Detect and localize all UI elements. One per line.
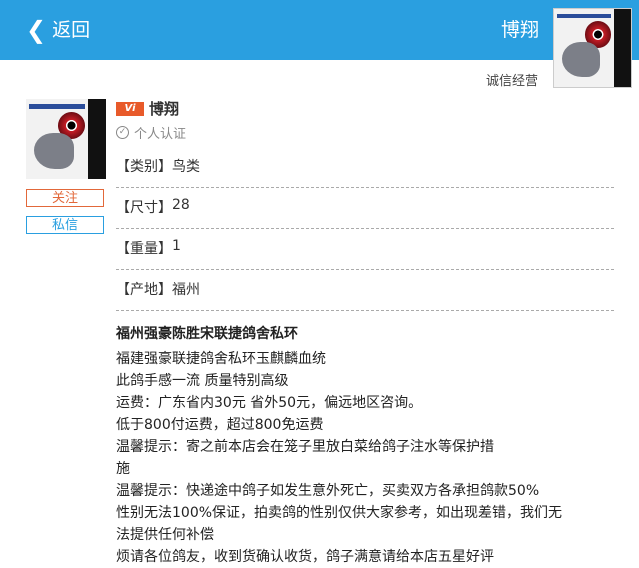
- back-label: 返回: [52, 19, 91, 41]
- attr-row-origin: 【产地】 福州: [116, 270, 614, 311]
- attr-row-category: 【类别】 鸟类: [116, 147, 614, 188]
- description-line: 运费：广东省内30元 省外50元，偏远地区咨询。: [116, 395, 423, 411]
- attr-value: 鸟类: [172, 159, 200, 175]
- seller-avatar[interactable]: [26, 99, 106, 179]
- pigeon-image: [561, 41, 601, 77]
- product-title: 福州强豪陈胜宋联捷鸽舍私环: [116, 326, 298, 342]
- seller-name[interactable]: 博翔: [149, 98, 179, 119]
- attr-value: 福州: [172, 282, 200, 298]
- check-circle-icon: ✓: [116, 126, 129, 139]
- follow-button[interactable]: 关注: [26, 189, 104, 207]
- certification: ✓ 个人认证: [116, 123, 186, 142]
- attr-value: 1: [172, 238, 181, 254]
- cert-label: 个人认证: [134, 127, 187, 142]
- thumbnail-banner: [557, 13, 611, 19]
- description-line: 烦请各位鸽友，收到货确认收货，鸽子满意请给本店五星好评: [116, 549, 494, 565]
- attr-key: 【产地】: [116, 282, 172, 298]
- description-line: 法提供任何补偿: [116, 527, 214, 543]
- top-bar: ❮ 返回 博翔: [0, 0, 639, 60]
- shop-title: 博翔: [500, 19, 539, 41]
- attr-key: 【尺寸】: [116, 200, 172, 216]
- store-label: 诚信经营: [485, 74, 538, 89]
- attr-row-weight: 【重量】 1: [116, 229, 614, 270]
- attr-key: 【重量】: [116, 241, 172, 257]
- vip-badge: Vi: [116, 102, 144, 116]
- attr-row-size: 【尺寸】 28: [116, 188, 614, 229]
- avatar-banner: [29, 103, 86, 109]
- attr-value: 28: [172, 197, 190, 213]
- description-line: 施: [116, 461, 130, 477]
- description-line: 低于800付运费，超过800免运费: [116, 417, 324, 433]
- store-thumbnail[interactable]: [553, 8, 632, 88]
- description-line: 福建强豪联捷鸽舍私环玉麒麟血统: [116, 351, 326, 367]
- description-line: 性别无法100%保证，拍卖鸽的性别仅供大家参考，如出现差错，我们无: [116, 505, 563, 521]
- avatar-edge: [88, 99, 106, 179]
- description-line: 此鸽手感一流 质量特别高级: [116, 373, 289, 389]
- attr-key: 【类别】: [116, 159, 172, 175]
- avatar-pigeon: [34, 132, 74, 169]
- back-button[interactable]: ❮ 返回: [26, 16, 90, 44]
- description-line: 温馨提示：快递途中鸽子如发生意外死亡，买卖双方各承担鸽款50%: [116, 483, 540, 499]
- chevron-left-icon: ❮: [26, 16, 47, 44]
- thumbnail-edge: [614, 9, 631, 87]
- description-line: 温馨提示：寄之前本店会在笼子里放白菜给鸽子注水等保护措: [116, 439, 494, 455]
- message-button[interactable]: 私信: [26, 216, 104, 234]
- product-description: 福建强豪联捷鸽舍私环玉麒麟血统 此鸽手感一流 质量特别高级 运费：广东省内30元…: [116, 348, 606, 568]
